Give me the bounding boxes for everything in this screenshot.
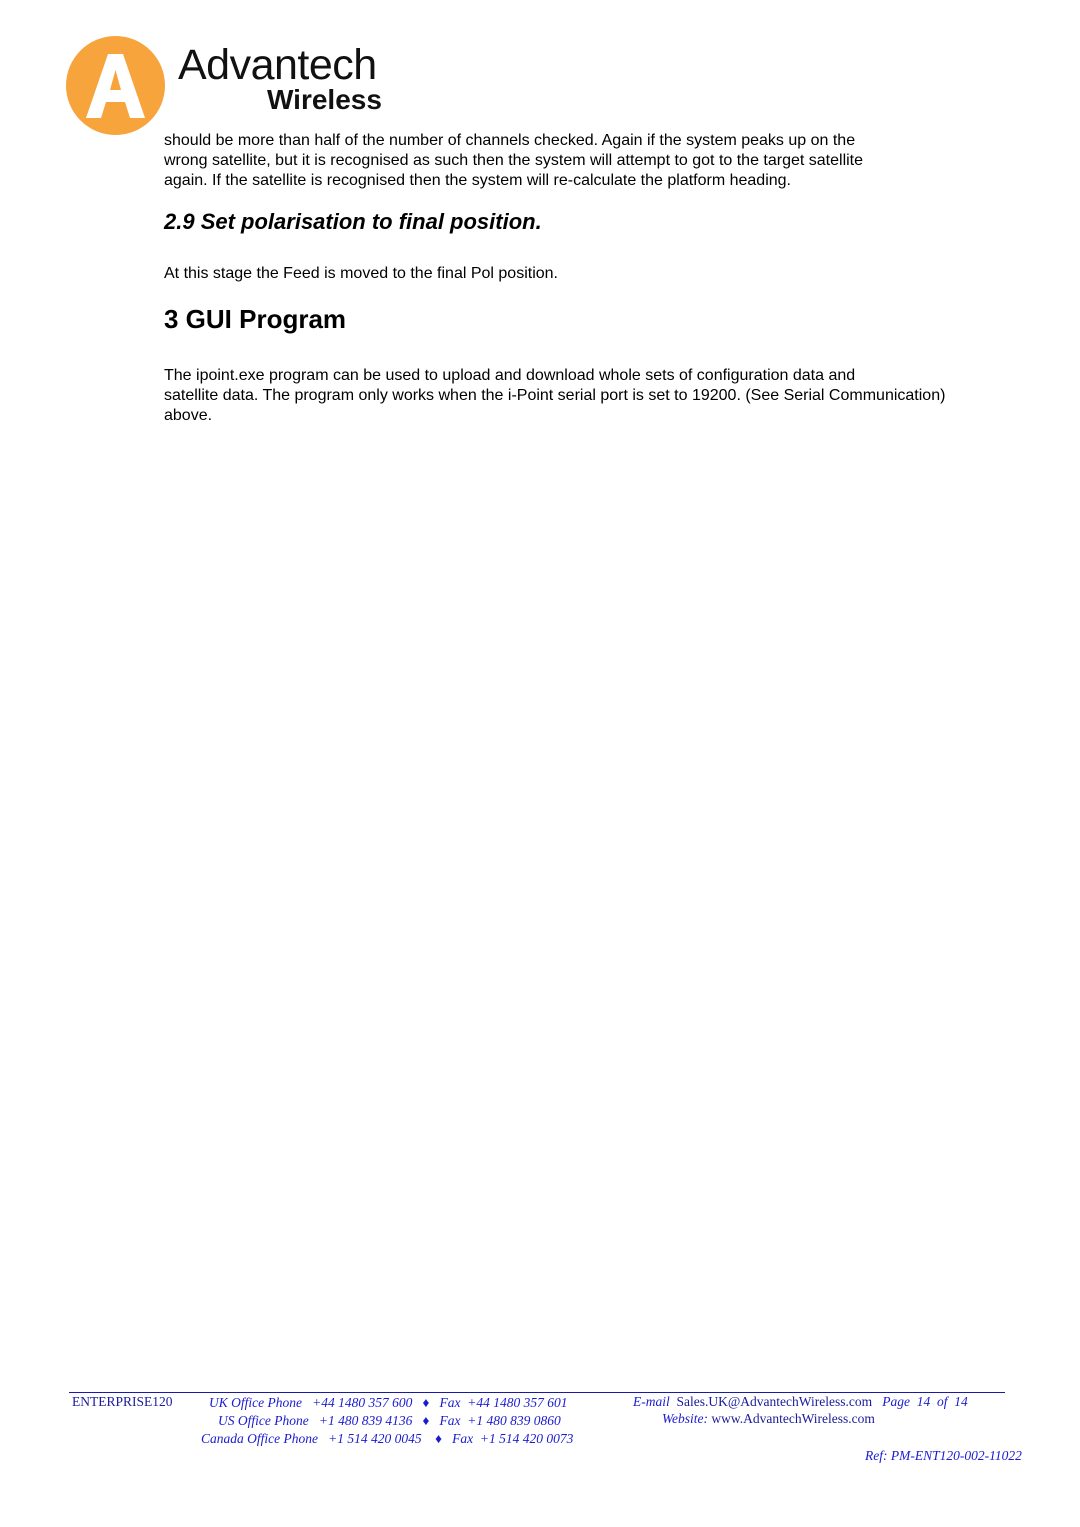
uk-label: UK Office Phone [209,1395,302,1410]
page-of: of [936,1394,948,1409]
text-line: above. [164,407,213,424]
section-heading-3: 3 GUI Program [164,304,347,334]
section-heading-2-9: 2.9 Set polarisation to final position. [164,209,542,234]
company-logo: Advantech Wireless [66,36,396,136]
diamond-icon: ♦ [422,1395,430,1410]
text-line: satellite data. The program only works w… [164,387,946,404]
ca-fax: +1 514 420 0073 [479,1431,574,1446]
website-label: Website: [662,1411,708,1426]
footer-website: Website: www.AdvantechWireless.com [662,1411,875,1427]
ca-label: Canada Office Phone [201,1431,318,1446]
us-fax: +1 480 839 0860 [467,1413,561,1428]
footer-email-page: E-mail Sales.UK@AdvantechWireless.com Pa… [633,1394,968,1410]
uk-fax: +44 1480 357 601 [467,1395,568,1410]
diamond-icon: ♦ [422,1413,430,1428]
paragraph-continued: should be more than half of the number o… [164,131,863,191]
logo-brand-text: Advantech [178,41,377,89]
ca-fax-label: Fax [452,1431,474,1446]
uk-phone: +44 1480 357 600 [312,1395,413,1410]
logo-brand-subtext: Wireless [267,84,382,115]
us-fax-label: Fax [439,1413,461,1428]
footer-canada-contact: Canada Office Phone +1 514 420 0045 ♦ Fa… [201,1431,573,1447]
email-label: E-mail [633,1394,670,1409]
ca-phone: +1 514 420 0045 [328,1431,422,1446]
page-total: 14 [954,1394,968,1409]
website-link[interactable]: www.AdvantechWireless.com [711,1411,875,1426]
paragraph-polarisation: At this stage the Feed is moved to the f… [164,265,558,282]
logo-mark-icon [66,36,165,135]
text-line: wrong satellite, but it is recognised as… [164,152,864,169]
page-label: Page [882,1394,910,1409]
page-current: 14 [916,1394,931,1409]
diamond-icon: ♦ [435,1431,442,1446]
footer-divider [69,1392,1005,1393]
footer-model: ENTERPRISE120 [72,1394,173,1409]
footer-uk-contact: UK Office Phone +44 1480 357 600 ♦ Fax +… [209,1395,568,1411]
footer-reference: Ref: PM-ENT120-002-11022 [865,1448,1022,1463]
us-label: US Office Phone [218,1413,309,1428]
text-line: should be more than half of the number o… [164,132,856,149]
uk-fax-label: Fax [439,1395,461,1410]
text-line: The ipoint.exe program can be used to up… [164,367,856,384]
email-link[interactable]: Sales.UK@AdvantechWireless.com [677,1394,873,1409]
paragraph-gui-program: The ipoint.exe program can be used to up… [164,366,1024,426]
us-phone: +1 480 839 4136 [318,1413,413,1428]
footer-us-contact: US Office Phone +1 480 839 4136 ♦ Fax +1… [218,1413,561,1429]
text-line: again. If the satellite is recognised th… [164,172,791,189]
